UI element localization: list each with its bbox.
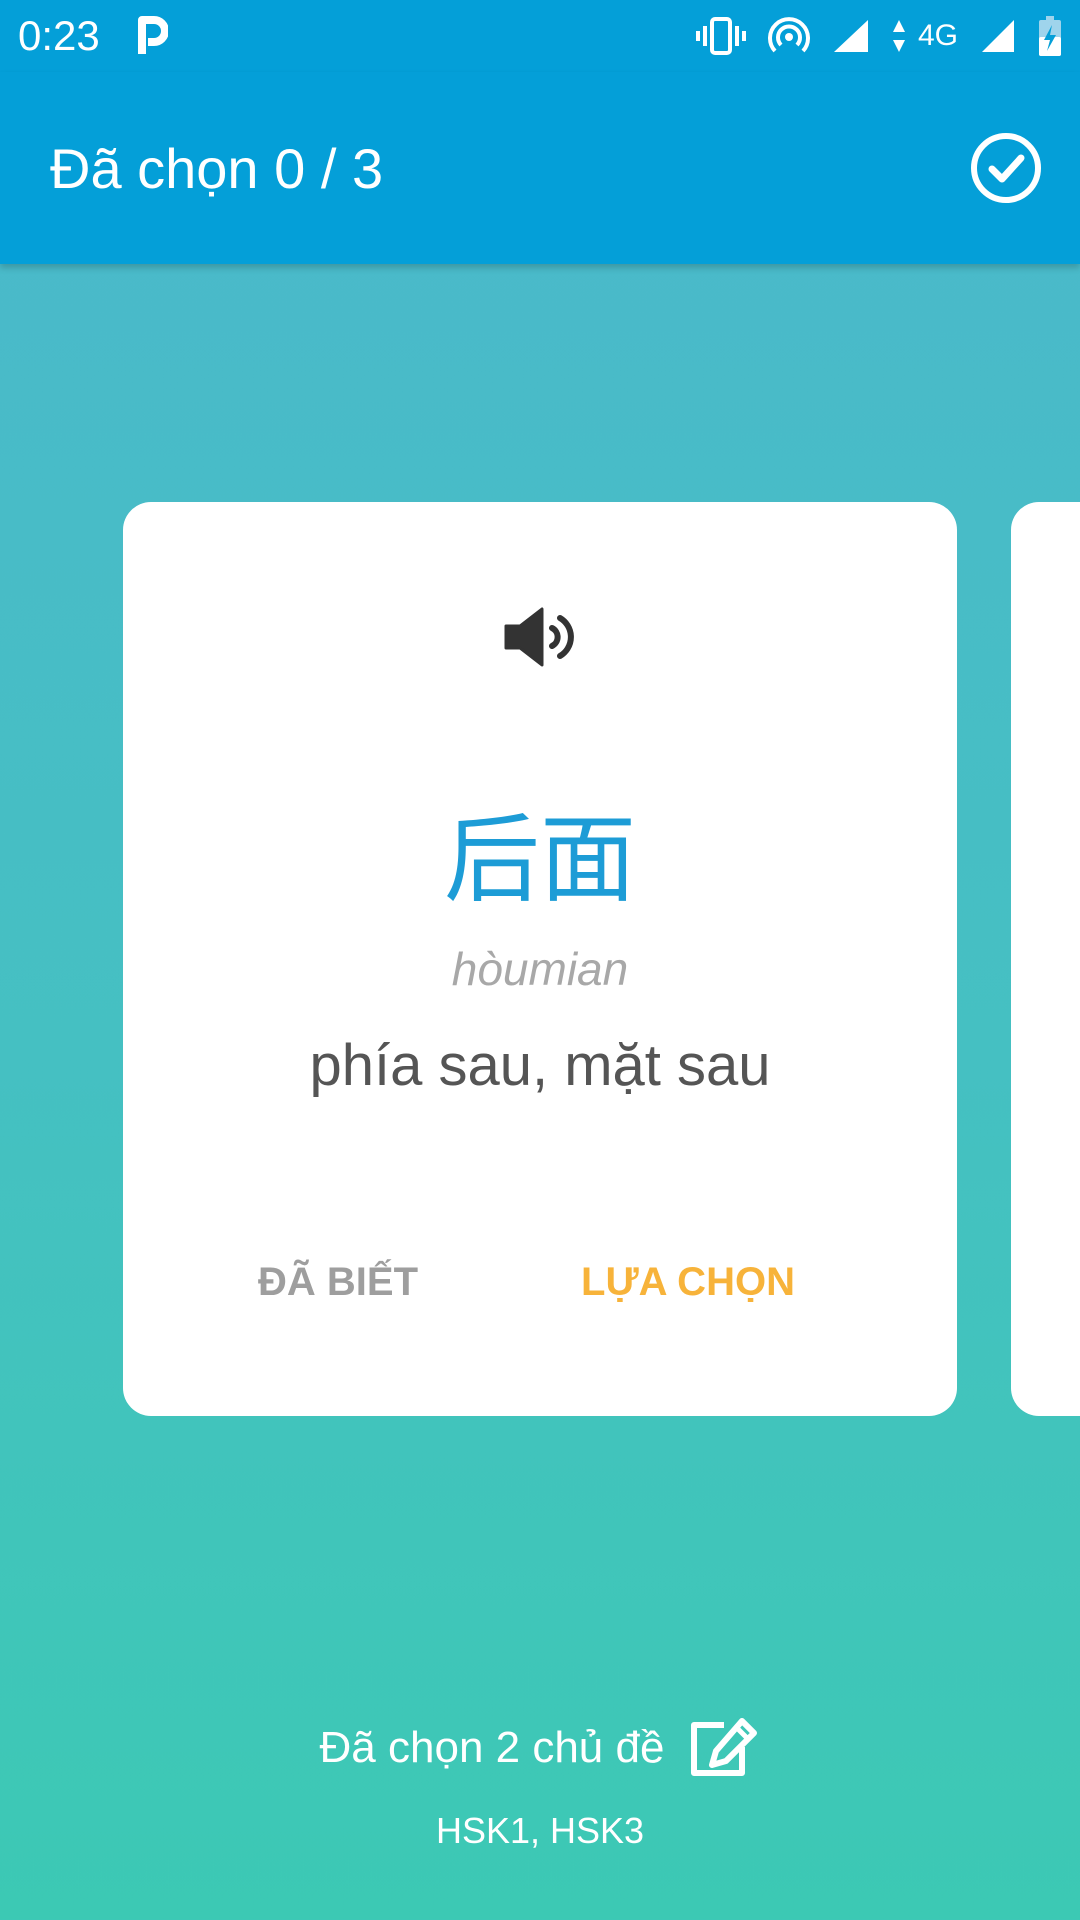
topics-list: HSK1, HSK3 — [435, 1810, 645, 1851]
status-right: 4G — [695, 15, 1062, 57]
hotspot-icon — [767, 16, 810, 56]
word-meaning: phía sau, mặt sau — [309, 1033, 771, 1098]
battery-charging-icon — [1038, 15, 1062, 57]
status-bar: 0:23 4G — [0, 0, 1080, 72]
next-card-peek[interactable] — [1011, 502, 1080, 1416]
speaker-button[interactable] — [500, 602, 580, 672]
word-hanzi: 后面 — [444, 804, 636, 916]
vibrate-icon — [695, 16, 746, 56]
page-title: Đã chọn 0 / 3 — [50, 136, 384, 200]
data-arrows-icon — [892, 18, 906, 54]
edit-icon — [691, 1718, 758, 1776]
signal-icon — [832, 18, 870, 54]
speaker-icon — [504, 607, 574, 667]
confirm-button[interactable] — [968, 130, 1044, 206]
status-time: 0:23 — [18, 12, 100, 59]
flashcard: 后面 hòumian phía sau, mặt sau ĐÃ BIẾT LỰA… — [123, 502, 957, 1416]
word-pinyin: hòumian — [451, 943, 629, 995]
app-bar: Đã chọn 0 / 3 — [0, 72, 1080, 264]
signal-icon — [980, 18, 1016, 54]
status-left: 0:23 — [18, 12, 168, 60]
parking-p-icon — [134, 16, 168, 56]
network-type: 4G — [917, 19, 958, 52]
check-circle-icon — [971, 133, 1041, 203]
topics-label: Đã chọn 2 chủ đề — [319, 1723, 665, 1772]
topics-selector[interactable]: Đã chọn 2 chủ đề — [0, 1712, 1080, 1784]
select-button[interactable]: LỰA CHỌN — [563, 1242, 813, 1322]
known-button[interactable]: ĐÃ BIẾT — [243, 1242, 433, 1322]
